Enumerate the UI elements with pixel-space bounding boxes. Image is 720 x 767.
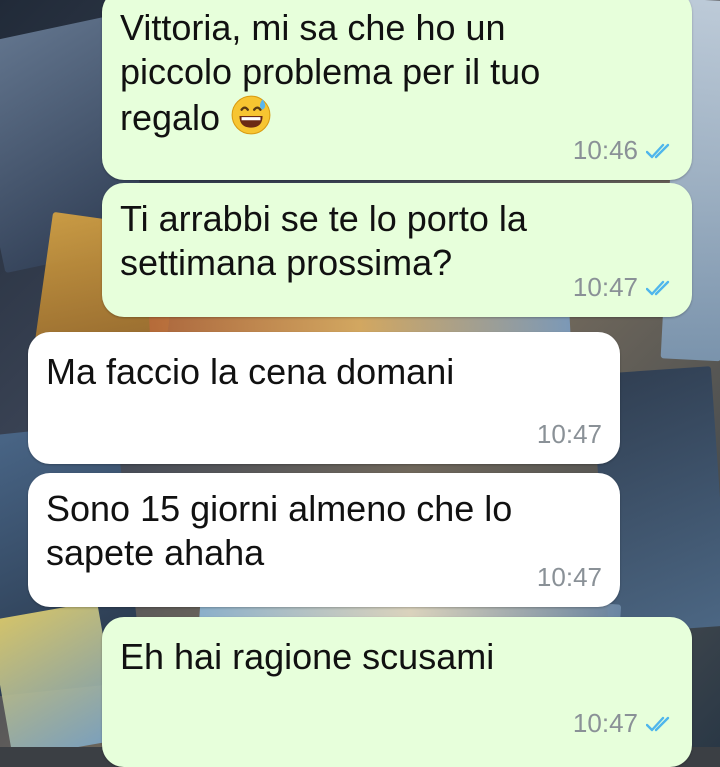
message-text: Vittoria, mi sa che ho un piccolo proble… — [120, 6, 540, 140]
message-meta: 10:47 — [537, 419, 602, 450]
message-bubble-outgoing[interactable]: Ti arrabbi se te lo porto la settimana p… — [102, 183, 692, 317]
message-line: sapete ahaha — [46, 532, 265, 573]
double-check-read-icon — [646, 280, 670, 295]
message-line: Sono 15 giorni almeno che lo — [46, 488, 513, 529]
message-meta: 10:47 — [573, 708, 674, 739]
message-line: Eh hai ragione scusami — [120, 636, 495, 677]
message-line: Vittoria, mi sa che ho un — [120, 7, 506, 48]
message-line: Ma faccio la cena domani — [46, 351, 455, 392]
message-bubble-outgoing[interactable]: Eh hai ragione scusami 10:47 — [102, 617, 692, 767]
message-meta: 10:46 — [573, 135, 674, 166]
message-line: piccolo problema per il tuo — [120, 51, 541, 92]
double-check-read-icon — [646, 143, 670, 158]
message-time: 10:47 — [572, 708, 638, 738]
message-line: regalo — [120, 97, 221, 138]
message-time: 10:46 — [572, 135, 638, 165]
message-bubble-incoming[interactable]: Ma faccio la cena domani 10:47 — [28, 332, 620, 464]
grinning-face-with-sweat-emoji — [231, 95, 271, 135]
message-text: Sono 15 giorni almeno che lo sapete ahah… — [46, 487, 512, 575]
double-check-read-icon — [646, 716, 670, 731]
message-text: Ma faccio la cena domani — [46, 350, 454, 394]
message-text: Eh hai ragione scusami — [120, 635, 494, 679]
message-bubble-incoming[interactable]: Sono 15 giorni almeno che lo sapete ahah… — [28, 473, 620, 607]
message-line: settimana prossima? — [120, 242, 453, 283]
message-time: 10:47 — [572, 272, 638, 302]
message-meta: 10:47 — [537, 562, 602, 593]
message-time: 10:47 — [536, 419, 602, 449]
message-time: 10:47 — [536, 562, 602, 592]
message-text: Ti arrabbi se te lo porto la settimana p… — [120, 197, 527, 285]
message-line: Ti arrabbi se te lo porto la — [120, 198, 527, 239]
message-bubble-outgoing[interactable]: Vittoria, mi sa che ho un piccolo proble… — [102, 0, 692, 180]
message-meta: 10:47 — [573, 272, 674, 303]
